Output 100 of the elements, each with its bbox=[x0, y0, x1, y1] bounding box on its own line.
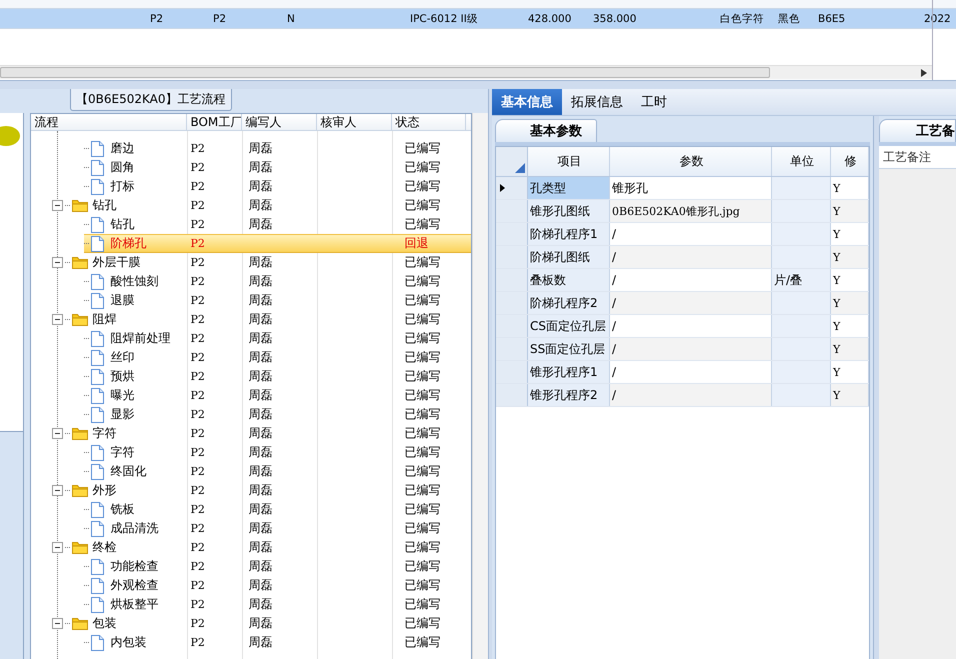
column-header[interactable]: BOM工厂 bbox=[187, 114, 242, 130]
column-header[interactable]: 核审人 bbox=[317, 114, 392, 130]
document-icon bbox=[91, 388, 104, 404]
tree-row[interactable]: 圆角 P2 周磊 已编写 bbox=[31, 158, 472, 177]
tree-row[interactable]: 阻焊前处理 P2 周磊 已编写 bbox=[31, 329, 472, 348]
tree-row[interactable]: 磨边 P2 周磊 已编写 bbox=[31, 139, 472, 158]
table-cell-text: P2 bbox=[189, 161, 206, 174]
table-cell[interactable] bbox=[772, 361, 831, 383]
tab[interactable]: 工艺备 bbox=[879, 119, 956, 142]
table-cell[interactable]: 孔类型 bbox=[528, 177, 610, 199]
table-cell[interactable]: 锥形孔程序2 bbox=[528, 384, 610, 406]
tree-row[interactable]: 钻孔 P2 周磊 已编写 bbox=[31, 215, 472, 234]
splitter[interactable] bbox=[873, 116, 879, 659]
document-icon bbox=[91, 578, 104, 594]
collapse-icon[interactable] bbox=[52, 542, 64, 553]
tab[interactable]: 基本信息 bbox=[492, 89, 562, 115]
tree-row[interactable]: 字符 P2 周磊 已编写 bbox=[31, 424, 472, 443]
column-header[interactable]: 修 bbox=[831, 147, 869, 176]
tree-row[interactable]: 包装 P2 周磊 已编写 bbox=[31, 614, 472, 633]
tree-row[interactable]: 功能检查 P2 周磊 已编写 bbox=[31, 557, 472, 576]
table-cell[interactable]: Y bbox=[831, 269, 869, 291]
table-cell[interactable]: / bbox=[610, 338, 772, 360]
vertical-scrollbar[interactable] bbox=[472, 113, 488, 659]
table-cell[interactable]: Y bbox=[831, 200, 869, 222]
table-cell[interactable] bbox=[772, 177, 831, 199]
table-cell[interactable]: 叠板数 bbox=[528, 269, 610, 291]
tree-row[interactable]: 曝光 P2 周磊 已编写 bbox=[31, 386, 472, 405]
tree-row[interactable]: 铣板 P2 周磊 已编写 bbox=[31, 500, 472, 519]
tree-row[interactable]: 外观检查 P2 周磊 已编写 bbox=[31, 576, 472, 595]
table-cell[interactable] bbox=[772, 200, 831, 222]
tree-row[interactable]: 外形 P2 周磊 已编写 bbox=[31, 481, 472, 500]
tree-row[interactable]: 终检 P2 周磊 已编写 bbox=[31, 538, 472, 557]
collapse-icon[interactable] bbox=[52, 314, 64, 325]
table-cell[interactable]: 锥形孔程序1 bbox=[528, 361, 610, 383]
table-cell[interactable]: Y bbox=[831, 384, 869, 406]
tree-row[interactable]: 丝印 P2 周磊 已编写 bbox=[31, 348, 472, 367]
tree-row[interactable]: 酸性蚀刻 P2 周磊 已编写 bbox=[31, 272, 472, 291]
table-cell[interactable]: CS面定位孔层 bbox=[528, 315, 610, 337]
table-cell[interactable]: 0B6E502KA0锥形孔.jpg bbox=[610, 200, 772, 222]
collapse-icon[interactable] bbox=[52, 618, 64, 629]
table-cell[interactable]: / bbox=[610, 292, 772, 314]
table-cell-text: 周磊 bbox=[247, 273, 274, 290]
table-cell[interactable]: 锥形孔图纸 bbox=[528, 200, 610, 222]
table-cell[interactable] bbox=[772, 338, 831, 360]
tree-row[interactable]: 阶梯孔 P2 回退 bbox=[84, 234, 472, 253]
table-cell[interactable] bbox=[772, 223, 831, 245]
tree-row[interactable]: 钻孔 P2 周磊 已编写 bbox=[31, 196, 472, 215]
table-cell[interactable] bbox=[772, 292, 831, 314]
column-header[interactable]: 编写人 bbox=[242, 114, 318, 130]
table-cell-text: IPC-6012 II级 bbox=[410, 12, 479, 26]
tree-row[interactable]: 内包装 P2 周磊 已编写 bbox=[31, 633, 472, 652]
tree-row[interactable]: 字符 P2 周磊 已编写 bbox=[31, 443, 472, 462]
tree-row[interactable]: 外层干膜 P2 周磊 已编写 bbox=[31, 253, 472, 272]
table-cell-text: 已编写 bbox=[403, 273, 442, 290]
table-cell[interactable]: Y bbox=[831, 223, 869, 245]
table-cell[interactable] bbox=[772, 384, 831, 406]
group-title: 【0B6E502KA0】工艺流程 bbox=[70, 89, 232, 111]
table-cell[interactable]: Y bbox=[831, 361, 869, 383]
table-cell[interactable]: Y bbox=[831, 292, 869, 314]
tree-row[interactable]: 阻焊 P2 周磊 已编写 bbox=[31, 310, 472, 329]
table-cell[interactable]: Y bbox=[831, 177, 869, 199]
table-cell[interactable]: 阶梯孔程序1 bbox=[528, 223, 610, 245]
collapse-icon[interactable] bbox=[52, 428, 64, 439]
table-cell[interactable] bbox=[772, 246, 831, 268]
column-header[interactable]: 流程 bbox=[31, 114, 188, 130]
tab[interactable]: 工时 bbox=[632, 89, 676, 115]
tree-row[interactable]: 终固化 P2 周磊 已编写 bbox=[31, 462, 472, 481]
table-cell[interactable]: Y bbox=[831, 338, 869, 360]
horizontal-scrollbar[interactable] bbox=[0, 65, 932, 79]
tab[interactable]: 基本参数 bbox=[495, 119, 597, 142]
table-cell-text: 白色字符 bbox=[720, 12, 765, 26]
arrow-icon[interactable] bbox=[921, 68, 927, 76]
table-cell[interactable]: / bbox=[610, 246, 772, 268]
column-header[interactable]: 项目 bbox=[528, 147, 610, 176]
tree-item-label: 圆角 bbox=[110, 159, 134, 176]
tree-row[interactable]: 显影 P2 周磊 已编写 bbox=[31, 405, 472, 424]
tree-row[interactable]: 烘板整平 P2 周磊 已编写 bbox=[31, 595, 472, 614]
table-cell[interactable]: 阶梯孔程序2 bbox=[528, 292, 610, 314]
tree-row[interactable]: 成品清洗 P2 周磊 已编写 bbox=[31, 519, 472, 538]
tree-row[interactable]: 预烘 P2 周磊 已编写 bbox=[31, 367, 472, 386]
table-cell[interactable] bbox=[772, 315, 831, 337]
row-header[interactable] bbox=[496, 177, 528, 199]
table-cell[interactable]: SS面定位孔层 bbox=[528, 338, 610, 360]
collapse-icon[interactable] bbox=[52, 485, 64, 496]
tree-row[interactable]: 打标 P2 周磊 已编写 bbox=[31, 177, 472, 196]
tree-row[interactable]: 退膜 P2 周磊 已编写 bbox=[31, 291, 472, 310]
collapse-icon[interactable] bbox=[52, 257, 64, 268]
table-cell-text: 周磊 bbox=[247, 425, 274, 442]
column-header[interactable]: 状态 bbox=[392, 114, 466, 130]
table-cell-text: 已编写 bbox=[403, 406, 442, 423]
notes-field[interactable] bbox=[879, 169, 956, 659]
table-cell[interactable]: / bbox=[610, 384, 772, 406]
table-cell[interactable]: 片/叠 bbox=[772, 269, 831, 291]
tab[interactable]: 拓展信息 bbox=[562, 89, 632, 115]
table-cell[interactable]: Y bbox=[831, 315, 869, 337]
collapse-icon[interactable] bbox=[52, 200, 64, 211]
table-cell[interactable]: Y bbox=[831, 246, 869, 268]
column-header[interactable]: 单位 bbox=[772, 147, 831, 176]
table-cell[interactable]: 阶梯孔图纸 bbox=[528, 246, 610, 268]
column-header[interactable]: 参数 bbox=[610, 147, 772, 176]
